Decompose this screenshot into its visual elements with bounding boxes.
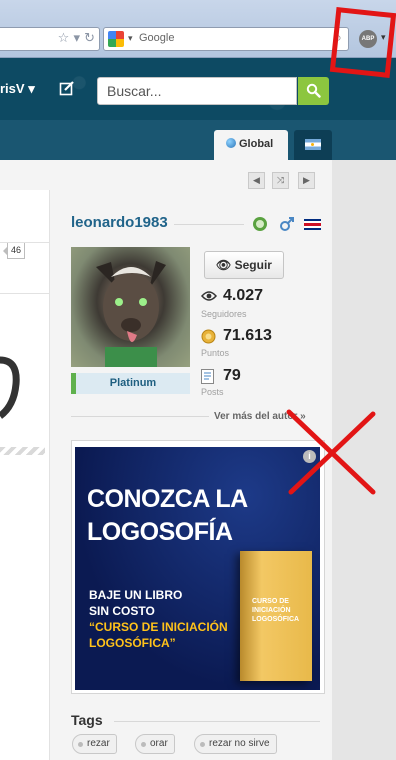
book-title: CURSO DE INICIACIÓN LOGOSÓFICA (252, 597, 299, 624)
divider (0, 293, 50, 294)
annotation-red-box (329, 7, 396, 78)
ad-body-line: SIN COSTO (89, 604, 155, 618)
tag-chip[interactable]: rezar no sirve (194, 734, 277, 754)
nav-strip: Global (0, 120, 396, 160)
divider (71, 416, 209, 417)
eye-icon: 👁 (216, 258, 232, 272)
posts-label: Posts (201, 387, 224, 397)
book-title-line: CURSO DE (252, 598, 289, 605)
divider (0, 447, 45, 455)
edit-icon[interactable] (56, 80, 78, 102)
browser-search-bar[interactable]: ▾ Google ⌕ (103, 27, 349, 51)
followers-count: 4.027 (223, 287, 264, 304)
costa-rica-flag-icon (304, 219, 321, 230)
tab-country[interactable] (294, 130, 332, 160)
tab-global[interactable]: Global (214, 130, 288, 160)
author-username[interactable]: leonardo1983 (71, 214, 168, 231)
points-count: 71.613 (223, 327, 272, 344)
rank-badge-icon (253, 217, 267, 231)
bookmark-star-icon[interactable]: ☆ ▾ ↻ (58, 31, 95, 46)
ad-body: BAJE UN LIBRO SIN COSTO “CURSO DE INICIA… (89, 587, 228, 651)
male-gender-icon (280, 217, 294, 231)
site-search-input[interactable]: Buscar... (97, 77, 297, 105)
site-search-button[interactable] (298, 77, 329, 105)
ad-headline-line: LOGOSOFÍA (87, 518, 233, 546)
followers-label: Seguidores (201, 309, 247, 319)
user-menu[interactable]: risV ▾ (0, 81, 35, 97)
avatar[interactable] (71, 247, 190, 367)
divider (114, 721, 320, 722)
tags-heading: Tags (71, 712, 103, 728)
quote-icon (0, 356, 20, 419)
prev-arrow-icon[interactable]: ◀ (248, 172, 265, 189)
argentina-flag-icon (305, 139, 321, 150)
ad-headline-line: CONOZCA LA (87, 485, 248, 513)
search-icon (306, 83, 321, 98)
posts-count: 79 (223, 367, 241, 384)
next-arrow-icon[interactable]: ▶ (298, 172, 315, 189)
points-label: Puntos (201, 348, 230, 358)
browser-search-placeholder: Google (139, 32, 175, 44)
rank-label: Platinum (71, 373, 190, 394)
tag-chip[interactable]: rezar (72, 734, 117, 754)
coin-icon (201, 329, 216, 344)
tag-chip[interactable]: orar (135, 734, 175, 754)
comments-count-badge: 46 (3, 242, 25, 259)
google-icon[interactable] (108, 31, 124, 47)
tab-global-label: Global (239, 138, 274, 150)
author-avatar-box: Platinum (71, 247, 190, 394)
post-column: 46 (0, 190, 50, 760)
ad-headline: CONOZCA LA LOGOSOFÍA (87, 483, 248, 549)
ad-body-line: LOGOSÓFICA” (89, 636, 176, 650)
ad-body-line: “CURSO DE INICIACIÓN (89, 620, 228, 634)
chevron-down-icon[interactable]: ▾ (128, 33, 133, 44)
user-menu-label: risV (0, 81, 25, 96)
book-title-line: LOGOSÓFICA (252, 616, 300, 623)
dog-photo (96, 261, 166, 367)
divider (174, 224, 244, 225)
divider (0, 242, 50, 243)
book-title-line: INICIACIÓN (252, 607, 291, 614)
eye-icon (201, 291, 217, 301)
document-icon (201, 369, 214, 384)
globe-icon (226, 138, 236, 148)
address-bar[interactable]: ☆ ▾ ↻ (0, 27, 100, 51)
annotation-red-x (286, 409, 376, 495)
ad-body-line: BAJE UN LIBRO (89, 588, 183, 602)
book-cover-image: CURSO DE INICIACIÓN LOGOSÓFICA (240, 551, 312, 681)
follow-label: Seguir (234, 258, 272, 272)
shuffle-icon[interactable]: ⤨ (272, 172, 289, 189)
follow-button[interactable]: 👁 Seguir (204, 251, 284, 279)
